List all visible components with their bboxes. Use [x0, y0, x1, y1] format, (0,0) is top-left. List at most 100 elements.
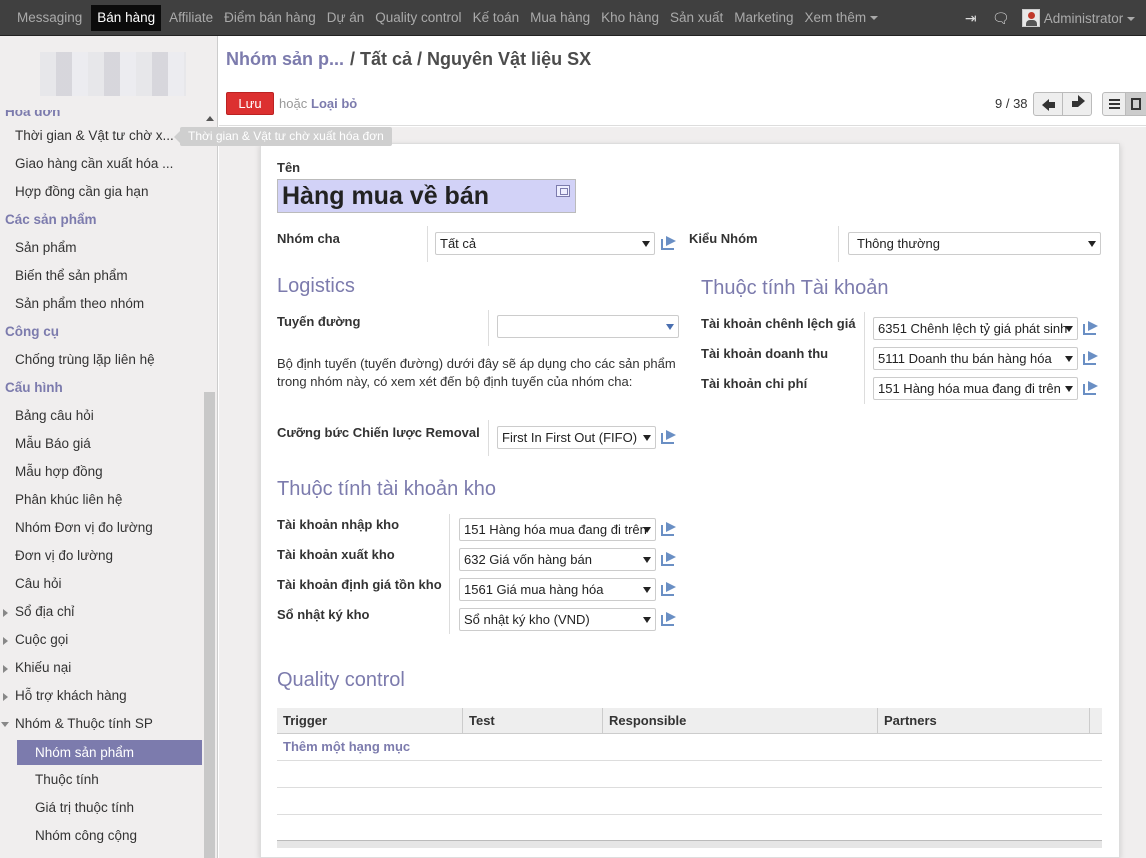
- caret-right-icon: [3, 609, 8, 617]
- user-menu[interactable]: Administrator: [1044, 11, 1135, 26]
- save-button[interactable]: Lưu: [226, 92, 274, 115]
- column-partners[interactable]: Partners: [878, 708, 1090, 734]
- company-logo[interactable]: [40, 52, 186, 96]
- sidebar-item-helpdesk[interactable]: Hỗ trợ khách hàng: [0, 682, 205, 710]
- price-difference-account-select[interactable]: 6351 Chênh lệch tỷ giá phát sinh: [873, 317, 1078, 340]
- column-responsible[interactable]: Responsible: [603, 708, 878, 734]
- external-link-icon[interactable]: [661, 612, 677, 626]
- table-row: [277, 761, 1102, 788]
- or-text: hoặc: [279, 96, 308, 111]
- next-record-button[interactable]: [1062, 92, 1092, 116]
- external-link-icon[interactable]: [661, 582, 677, 596]
- caret-right-icon: [3, 693, 8, 701]
- sidebar-item-products-by-category[interactable]: Sản phẩm theo nhóm: [0, 290, 205, 318]
- list-icon: [1109, 99, 1120, 101]
- scrollbar-thumb[interactable]: [204, 392, 215, 858]
- column-test[interactable]: Test: [463, 708, 603, 734]
- sidebar-item-quote-templates[interactable]: Mẫu Báo giá: [0, 430, 205, 458]
- breadcrumb-parent-link[interactable]: Nhóm sản p...: [226, 49, 344, 69]
- pager-value[interactable]: 9 / 38: [995, 96, 1028, 111]
- external-link-icon[interactable]: [661, 522, 677, 536]
- menu-accounting[interactable]: Kế toán: [468, 5, 525, 31]
- menu-more[interactable]: Xem thêm: [800, 5, 884, 31]
- stock-output-account-label: Tài khoản xuất kho: [277, 547, 395, 562]
- sidebar-item-uom-categories[interactable]: Nhóm Đơn vị đo lường: [0, 514, 205, 542]
- quality-control-title: Quality control: [277, 669, 405, 691]
- add-item-link[interactable]: Thêm một hạng mục: [283, 734, 410, 760]
- logout-icon[interactable]: ⇥: [956, 10, 986, 27]
- external-link-icon[interactable]: [661, 552, 677, 566]
- menu-project[interactable]: Dự án: [322, 5, 370, 31]
- name-field[interactable]: Hàng mua về bán: [277, 179, 576, 213]
- sidebar-item-product-categories[interactable]: Nhóm sản phẩm: [17, 740, 202, 765]
- table-row: [277, 788, 1102, 815]
- top-navigation-bar: Messaging Bán hàng Affiliate Điểm bán hà…: [0, 0, 1146, 36]
- sidebar-section-tools: Công cụ: [5, 324, 59, 339]
- menu-marketing[interactable]: Marketing: [729, 5, 798, 31]
- sidebar-scrollbar[interactable]: [204, 110, 216, 858]
- dropdown-arrow-icon: [643, 587, 651, 593]
- stock-input-account-select[interactable]: 151 Hàng hóa mua đang đi trên: [459, 518, 656, 541]
- sidebar-item-deliveries-to-invoice[interactable]: Giao hàng cần xuất hóa ...: [0, 150, 205, 178]
- sidebar-top-mask: [0, 96, 205, 110]
- menu-affiliate[interactable]: Affiliate: [164, 5, 218, 31]
- removal-strategy-select[interactable]: First In First Out (FIFO): [497, 426, 656, 449]
- discard-link[interactable]: Loại bỏ: [311, 96, 357, 111]
- sidebar-item-contracts-renew[interactable]: Hợp đồng cần gia hạn: [0, 178, 205, 206]
- menu-quality-control[interactable]: Quality control: [370, 5, 466, 31]
- sidebar-item-uom[interactable]: Đơn vị đo lường: [0, 542, 205, 570]
- stock-journal-label: Sổ nhật ký kho: [277, 607, 370, 622]
- caret-right-icon: [3, 637, 8, 645]
- sidebar-item-product-categories-attributes[interactable]: Nhóm & Thuộc tính SP: [0, 710, 205, 738]
- stock-output-account-select[interactable]: 632 Giá vốn hàng bán: [459, 548, 656, 571]
- arrow-right-icon: [1072, 95, 1085, 107]
- external-link-icon[interactable]: [661, 430, 677, 444]
- menu-sales[interactable]: Bán hàng: [91, 5, 162, 31]
- sidebar-item-questions[interactable]: Câu hỏi: [0, 570, 205, 598]
- dropdown-arrow-icon: [643, 435, 651, 441]
- sidebar-item-calls[interactable]: Cuộc gọi: [0, 626, 205, 654]
- menu-warehouse[interactable]: Kho hàng: [596, 5, 664, 31]
- category-type-select[interactable]: Thông thường: [848, 232, 1101, 255]
- menu-purchase[interactable]: Mua hàng: [525, 5, 595, 31]
- sidebar-item-attributes[interactable]: Thuộc tính: [0, 766, 205, 794]
- external-link-icon[interactable]: [1083, 321, 1099, 335]
- previous-record-button[interactable]: [1033, 92, 1063, 116]
- tooltip: Thời gian & Vật tư chờ xuất hóa đơn: [174, 127, 392, 146]
- scroll-up-icon[interactable]: [206, 116, 214, 121]
- stock-valuation-account-select[interactable]: 1561 Giá mua hàng hóa: [459, 578, 656, 601]
- chat-icon[interactable]: 🗨: [986, 10, 1016, 27]
- column-trigger[interactable]: Trigger: [277, 708, 463, 734]
- sidebar-item-products[interactable]: Sản phẩm: [0, 234, 205, 262]
- sidebar-item-contact-segments[interactable]: Phân khúc liên hệ: [0, 486, 205, 514]
- stock-journal-select[interactable]: Sổ nhật ký kho (VND): [459, 608, 656, 631]
- sidebar-item-attribute-values[interactable]: Giá trị thuộc tính: [0, 794, 205, 822]
- translate-icon[interactable]: [556, 185, 570, 197]
- avatar[interactable]: [1021, 9, 1040, 27]
- sidebar-item-product-variants[interactable]: Biến thể sản phẩm: [0, 262, 205, 290]
- stock-account-properties-title: Thuộc tính tài khoản kho: [277, 478, 497, 500]
- income-account-select[interactable]: 5111 Doanh thu bán hàng hóa: [873, 347, 1078, 370]
- dropdown-arrow-icon: [1065, 356, 1073, 362]
- form-view-button[interactable]: [1125, 92, 1146, 116]
- arrow-left-icon: [1042, 99, 1055, 111]
- external-link-icon[interactable]: [661, 236, 677, 250]
- sidebar-section-invoices: Hóa đơn: [5, 110, 61, 119]
- expense-account-select[interactable]: 151 Hàng hóa mua đang đi trên: [873, 377, 1078, 400]
- menu-messaging[interactable]: Messaging: [12, 5, 87, 31]
- control-panel: Nhóm sản p... / Tất cả / Nguyên Vật liệu …: [219, 36, 1146, 126]
- sidebar-item-public-categories[interactable]: Nhóm công cộng: [0, 822, 205, 850]
- sidebar-item-surveys[interactable]: Bảng câu hỏi: [0, 402, 205, 430]
- menu-manufacturing[interactable]: Sản xuất: [665, 5, 728, 31]
- dropdown-arrow-icon: [643, 527, 651, 533]
- external-link-icon[interactable]: [1083, 381, 1099, 395]
- sidebar-item-contract-templates[interactable]: Mẫu hợp đồng: [0, 458, 205, 486]
- sidebar-item-deduplicate[interactable]: Chống trùng lặp liên hệ: [0, 346, 205, 374]
- list-view-button[interactable]: [1102, 92, 1126, 116]
- sidebar-item-claims[interactable]: Khiếu nại: [0, 654, 205, 682]
- routes-select[interactable]: [497, 315, 679, 338]
- parent-category-select[interactable]: Tất cả: [435, 232, 655, 255]
- menu-point-of-sale[interactable]: Điểm bán hàng: [219, 5, 321, 31]
- sidebar-item-address-book[interactable]: Sổ địa chỉ: [0, 598, 205, 626]
- external-link-icon[interactable]: [1083, 351, 1099, 365]
